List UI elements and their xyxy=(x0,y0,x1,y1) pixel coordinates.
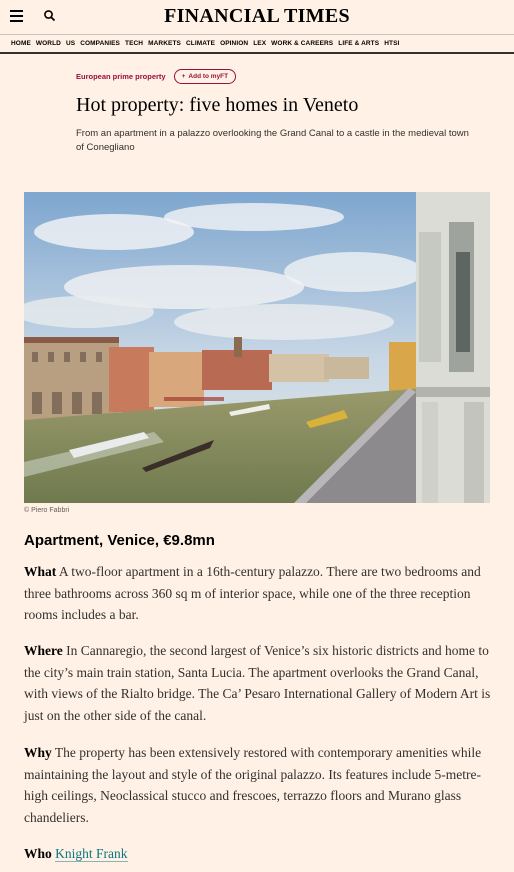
nav-htsi[interactable]: HTSI xyxy=(384,40,399,47)
nav-climate[interactable]: CLIMATE xyxy=(186,40,215,47)
who-label: Who xyxy=(24,846,52,861)
what-paragraph: What A two-floor apartment in a 16th-cen… xyxy=(24,561,494,626)
nav-home[interactable]: HOME xyxy=(11,40,31,47)
nav-tech[interactable]: TECH xyxy=(125,40,143,47)
nav-companies[interactable]: COMPANIES xyxy=(80,40,120,47)
knight-frank-link[interactable]: Knight Frank xyxy=(55,846,128,862)
why-text: The property has been extensively restor… xyxy=(24,745,482,825)
ft-logo[interactable]: FINANCIAL TIMES xyxy=(0,5,514,28)
where-text: In Cannaregio, the second largest of Ven… xyxy=(24,643,491,723)
nav-life-arts[interactable]: LIFE & ARTS xyxy=(338,40,379,47)
article-standfirst: From an apartment in a palazzo overlooki… xyxy=(76,128,469,153)
why-paragraph: Why The property has been extensively re… xyxy=(24,742,494,828)
who-paragraph: Who Knight Frank xyxy=(24,843,494,865)
article-meta: European prime property + Add to myFT xyxy=(76,69,237,84)
add-to-myft-button[interactable]: + Add to myFT xyxy=(173,69,237,84)
what-label: What xyxy=(24,564,57,579)
why-label: Why xyxy=(24,745,52,760)
article-headline: Hot property: five homes in Veneto xyxy=(76,94,359,116)
topic-link[interactable]: European prime property xyxy=(76,72,166,81)
nav-lex[interactable]: LEX xyxy=(253,40,266,47)
nav-work-careers[interactable]: WORK & CAREERS xyxy=(271,40,333,47)
where-paragraph: Where In Cannaregio, the second largest … xyxy=(24,640,494,726)
article-photo xyxy=(24,192,490,503)
photo-caption: © Piero Fabbri xyxy=(24,507,70,514)
nav-markets[interactable]: MARKETS xyxy=(148,40,181,47)
what-text: A two-floor apartment in a 16th-century … xyxy=(24,564,481,622)
top-bar: FINANCIAL TIMES xyxy=(0,0,514,34)
add-to-myft-label: Add to myFT xyxy=(188,73,229,80)
venice-grand-canal-image xyxy=(24,192,490,503)
where-label: Where xyxy=(24,643,63,658)
nav-us[interactable]: US xyxy=(66,40,75,47)
main-nav: HOME WORLD US COMPANIES TECH MARKETS CLI… xyxy=(0,34,514,54)
plus-icon: + xyxy=(181,73,186,80)
nav-world[interactable]: WORLD xyxy=(36,40,61,47)
property-subhead: Apartment, Venice, €9.8mn xyxy=(24,532,215,549)
nav-opinion[interactable]: OPINION xyxy=(220,40,248,47)
